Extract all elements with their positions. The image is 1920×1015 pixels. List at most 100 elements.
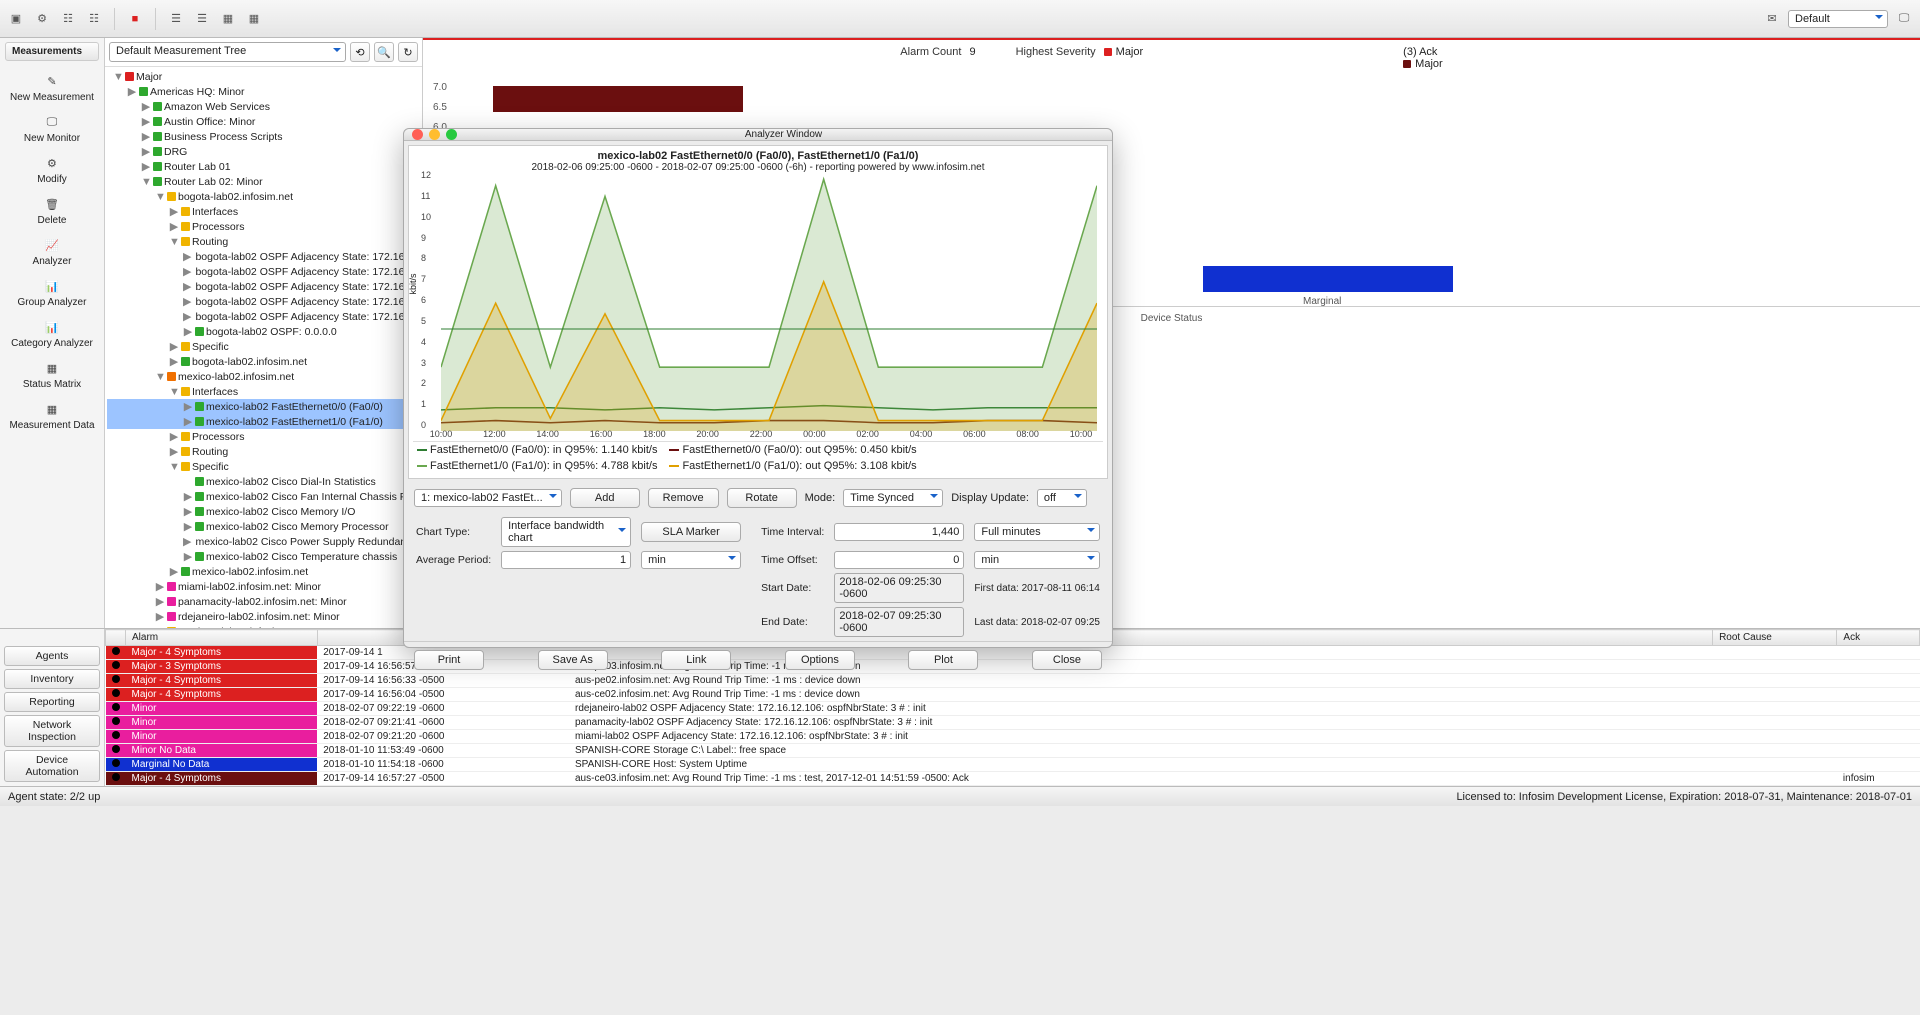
series-select[interactable]: 1: mexico-lab02 FastEt...: [414, 489, 562, 507]
alarm-row[interactable]: Major - 6 Symptoms2017-09-14 16:56:18 -0…: [106, 786, 1920, 787]
tree-node[interactable]: ▶Router Lab 01: [107, 159, 422, 174]
tree-twisty[interactable]: ▼: [169, 236, 179, 248]
tree-node[interactable]: mexico-lab02 Cisco Dial-In Statistics: [107, 474, 422, 489]
tree-twisty[interactable]: ▶: [169, 430, 179, 443]
tree-node[interactable]: ▼Major: [107, 69, 422, 84]
time-interval-input[interactable]: 1,440: [834, 523, 964, 541]
sidebar-item-7[interactable]: ▦Status Matrix: [7, 354, 96, 395]
tree-twisty[interactable]: ▼: [155, 626, 165, 629]
alarm-row[interactable]: Major - 4 Symptoms2017-09-14 16:56:04 -0…: [106, 688, 1920, 702]
tree-twisty[interactable]: ▶: [183, 400, 193, 413]
tree-twisty[interactable]: ▶: [183, 415, 193, 428]
tree-twisty[interactable]: ▼: [141, 176, 151, 188]
save-icon[interactable]: ▣: [8, 11, 24, 27]
add-button[interactable]: Add: [570, 488, 640, 508]
minimize-icon[interactable]: [429, 129, 440, 140]
tree-node[interactable]: ▶bogota-lab02 OSPF Adjacency State: 172.…: [107, 309, 422, 324]
tree-twisty[interactable]: ▶: [169, 445, 179, 458]
tree-select[interactable]: Default Measurement Tree: [109, 42, 346, 62]
time-interval-unit[interactable]: Full minutes: [974, 523, 1100, 541]
tree-node[interactable]: ▼Router Lab 02: Minor: [107, 174, 422, 189]
close-icon[interactable]: [412, 129, 423, 140]
refresh-button[interactable]: ⟲: [350, 42, 370, 62]
save-as-button[interactable]: Save As: [538, 650, 608, 670]
tree-twisty[interactable]: ▶: [169, 340, 179, 353]
sla-marker-button[interactable]: SLA Marker: [641, 522, 741, 542]
tree-twisty[interactable]: ▶: [141, 130, 151, 143]
options-button[interactable]: Options: [785, 650, 855, 670]
chart-type-select[interactable]: Interface bandwidth chart: [501, 517, 631, 547]
tree-node[interactable]: ▶Americas HQ: Minor: [107, 84, 422, 99]
tree-twisty[interactable]: ▶: [183, 265, 191, 278]
tree-twisty[interactable]: ▶: [183, 505, 193, 518]
alarm-col[interactable]: Root Cause: [1713, 630, 1837, 646]
tree-node[interactable]: ▼bogota-lab02.infosim.net: [107, 189, 422, 204]
tree-twisty[interactable]: ▶: [183, 280, 191, 293]
tree-node[interactable]: ▶mexico-lab02 FastEthernet0/0 (Fa0/0): [107, 399, 422, 414]
tree-node[interactable]: ▶mexico-lab02 FastEthernet1/0 (Fa1/0): [107, 414, 422, 429]
tree-twisty[interactable]: ▶: [127, 85, 137, 98]
sidebar-item-2[interactable]: ⚙Modify: [7, 149, 96, 190]
tree-twisty[interactable]: ▶: [155, 595, 165, 608]
tree-twisty[interactable]: ▶: [155, 610, 165, 623]
avg-period-unit[interactable]: min: [641, 551, 741, 569]
tree-node[interactable]: ▶mexico-lab02 Cisco Fan Internal Chassis…: [107, 489, 422, 504]
print-button[interactable]: Print: [414, 650, 484, 670]
alarm-row[interactable]: Minor2018-02-07 09:21:20 -0600miami-lab0…: [106, 730, 1920, 744]
tree-node[interactable]: ▶Amazon Web Services: [107, 99, 422, 114]
bottom-tab[interactable]: Network Inspection: [4, 715, 100, 747]
alarm-row[interactable]: Minor2018-02-07 09:21:41 -0600panamacity…: [106, 716, 1920, 730]
tree-twisty[interactable]: ▶: [183, 550, 193, 563]
alarm-col[interactable]: Ack: [1837, 630, 1920, 646]
measurement-tree[interactable]: ▼Major▶Americas HQ: Minor▶Amazon Web Ser…: [105, 67, 422, 628]
list2-icon[interactable]: ☰: [194, 11, 210, 27]
tree-node[interactable]: ▶Processors: [107, 219, 422, 234]
gear-icon[interactable]: ⚙: [34, 11, 50, 27]
tree-node[interactable]: ▶Business Process Scripts: [107, 129, 422, 144]
alarm-row[interactable]: Major - 4 Symptoms2017-09-14 16:56:33 -0…: [106, 674, 1920, 688]
bottom-tab[interactable]: Agents: [4, 646, 100, 666]
list-icon[interactable]: ☰: [168, 11, 184, 27]
tree-node[interactable]: ▼Routing: [107, 234, 422, 249]
tree-node[interactable]: ▶mexico-lab02 Cisco Memory Processor: [107, 519, 422, 534]
alarm-row[interactable]: Minor No Data2018-01-10 11:53:49 -0600SP…: [106, 744, 1920, 758]
alarm-row[interactable]: Marginal No Data2018-01-10 11:54:18 -060…: [106, 758, 1920, 772]
avg-period-input[interactable]: 1: [501, 551, 631, 569]
sidebar-item-4[interactable]: 📈Analyzer: [7, 231, 96, 272]
sidebar-item-6[interactable]: 📊Category Analyzer: [7, 313, 96, 354]
sidebar-item-0[interactable]: ✎New Measurement: [7, 67, 96, 108]
link-button[interactable]: Link: [661, 650, 731, 670]
time-offset-unit[interactable]: min: [974, 551, 1100, 569]
tree-twisty[interactable]: ▶: [183, 520, 193, 533]
bottom-tab[interactable]: Device Automation: [4, 750, 100, 782]
tree-node[interactable]: ▶bogota-lab02 OSPF Adjacency State: 172.…: [107, 249, 422, 264]
tree-twisty[interactable]: ▼: [169, 461, 179, 473]
zoom-icon[interactable]: [446, 129, 457, 140]
tree-node[interactable]: ▶Routing: [107, 444, 422, 459]
sidebar-item-5[interactable]: 📊Group Analyzer: [7, 272, 96, 313]
mode-select[interactable]: Time Synced: [843, 489, 943, 507]
tree-node[interactable]: ▼santiago-lab02.infosim.net: [107, 624, 422, 628]
sidebar-item-1[interactable]: 🖵New Monitor: [7, 108, 96, 149]
tree-node[interactable]: ▶bogota-lab02.infosim.net: [107, 354, 422, 369]
tree-node[interactable]: ▶panamacity-lab02.infosim.net: Minor: [107, 594, 422, 609]
grid-icon[interactable]: ▦: [220, 11, 236, 27]
tree-twisty[interactable]: ▶: [169, 355, 179, 368]
tree-twisty[interactable]: ▶: [169, 220, 179, 233]
tree-node[interactable]: ▶DRG: [107, 144, 422, 159]
monitor-icon[interactable]: 🖵: [1896, 11, 1912, 27]
tree-twisty[interactable]: ▼: [113, 71, 123, 83]
tree-node[interactable]: ▶mexico-lab02 Cisco Temperature chassis: [107, 549, 422, 564]
alarm-row[interactable]: Major - 4 Symptoms2017-09-14 16:57:27 -0…: [106, 772, 1920, 786]
tree-node[interactable]: ▶Interfaces: [107, 204, 422, 219]
tree-twisty[interactable]: ▶: [141, 115, 151, 128]
tree-node[interactable]: ▶rdejaneiro-lab02.infosim.net: Minor: [107, 609, 422, 624]
tree-icon[interactable]: ☷: [60, 11, 76, 27]
tree-node[interactable]: ▼Interfaces: [107, 384, 422, 399]
tree-node[interactable]: ▶Processors: [107, 429, 422, 444]
tree-twisty[interactable]: ▶: [169, 565, 179, 578]
rotate-button[interactable]: Rotate: [727, 488, 797, 508]
grid2-icon[interactable]: ▦: [246, 11, 262, 27]
tree-node[interactable]: ▶Specific: [107, 339, 422, 354]
tree-node[interactable]: ▼Specific: [107, 459, 422, 474]
